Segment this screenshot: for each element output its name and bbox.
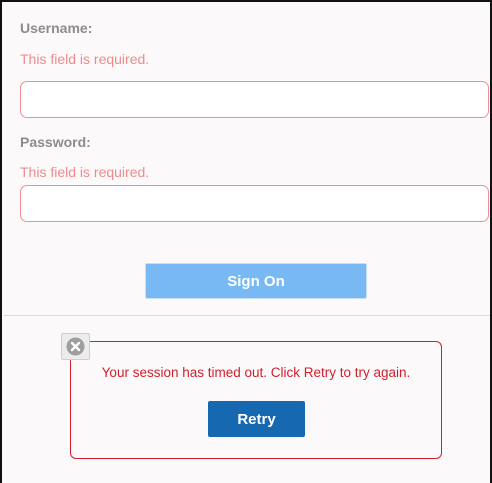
- password-label: Password:: [20, 134, 91, 150]
- password-error: This field is required.: [20, 164, 150, 180]
- session-timeout-message: Your session has timed out. Click Retry …: [101, 365, 411, 380]
- close-circle-icon: [66, 337, 85, 356]
- password-input[interactable]: [20, 185, 489, 222]
- login-panel: Username: This field is required. Passwo…: [0, 0, 492, 483]
- username-label: Username:: [20, 20, 93, 36]
- close-alert-button[interactable]: [61, 333, 90, 360]
- username-error: This field is required.: [20, 51, 150, 67]
- retry-button[interactable]: Retry: [208, 401, 305, 437]
- sign-on-button[interactable]: Sign On: [145, 263, 367, 299]
- username-input[interactable]: [20, 81, 489, 118]
- session-timeout-alert: Your session has timed out. Click Retry …: [70, 341, 442, 459]
- divider: [4, 315, 490, 316]
